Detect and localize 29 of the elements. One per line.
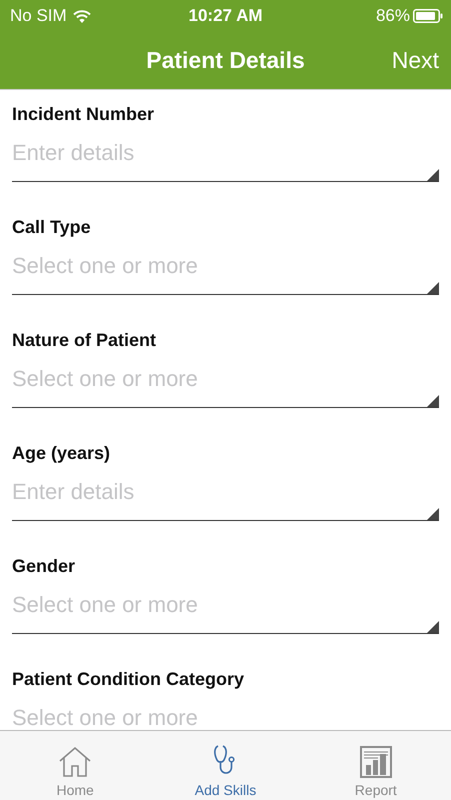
input-field[interactable]: Select one or more (12, 251, 439, 281)
field-label: Gender (12, 555, 76, 577)
battery-text: 86% (376, 6, 410, 26)
input-field[interactable]: Enter details (12, 477, 439, 507)
corner-triangle-icon (427, 621, 439, 633)
tab-item[interactable]: Add Skills (150, 731, 301, 800)
house-icon (58, 746, 92, 778)
field-label: Nature of Patient (12, 329, 158, 351)
field-label: Incident Number (12, 103, 156, 125)
corner-triangle-icon (427, 395, 439, 407)
wifi-icon (72, 10, 91, 22)
tab-item[interactable]: Home (0, 731, 150, 800)
corner-triangle-icon (427, 508, 439, 520)
input-field[interactable]: Select one or more (12, 703, 439, 730)
next-button[interactable]: Next (392, 47, 439, 74)
corner-triangle-icon (427, 282, 439, 294)
carrier-text: No SIM (10, 6, 67, 26)
field-label: Age (years) (12, 442, 112, 464)
clock-text: 10:27 AM (188, 6, 262, 26)
screen-title: Patient Details (146, 47, 305, 74)
corner-triangle-icon (427, 169, 439, 181)
input-field[interactable]: Enter details (12, 138, 439, 168)
field-label: Patient Condition Category (12, 668, 246, 690)
battery-icon (413, 9, 443, 23)
input-field[interactable]: Select one or more (12, 364, 439, 394)
tab-item[interactable]: Report (300, 731, 451, 800)
input-field[interactable]: Select one or more (12, 590, 439, 620)
bar-chart-icon (360, 746, 392, 778)
field-label: Call Type (12, 216, 92, 238)
